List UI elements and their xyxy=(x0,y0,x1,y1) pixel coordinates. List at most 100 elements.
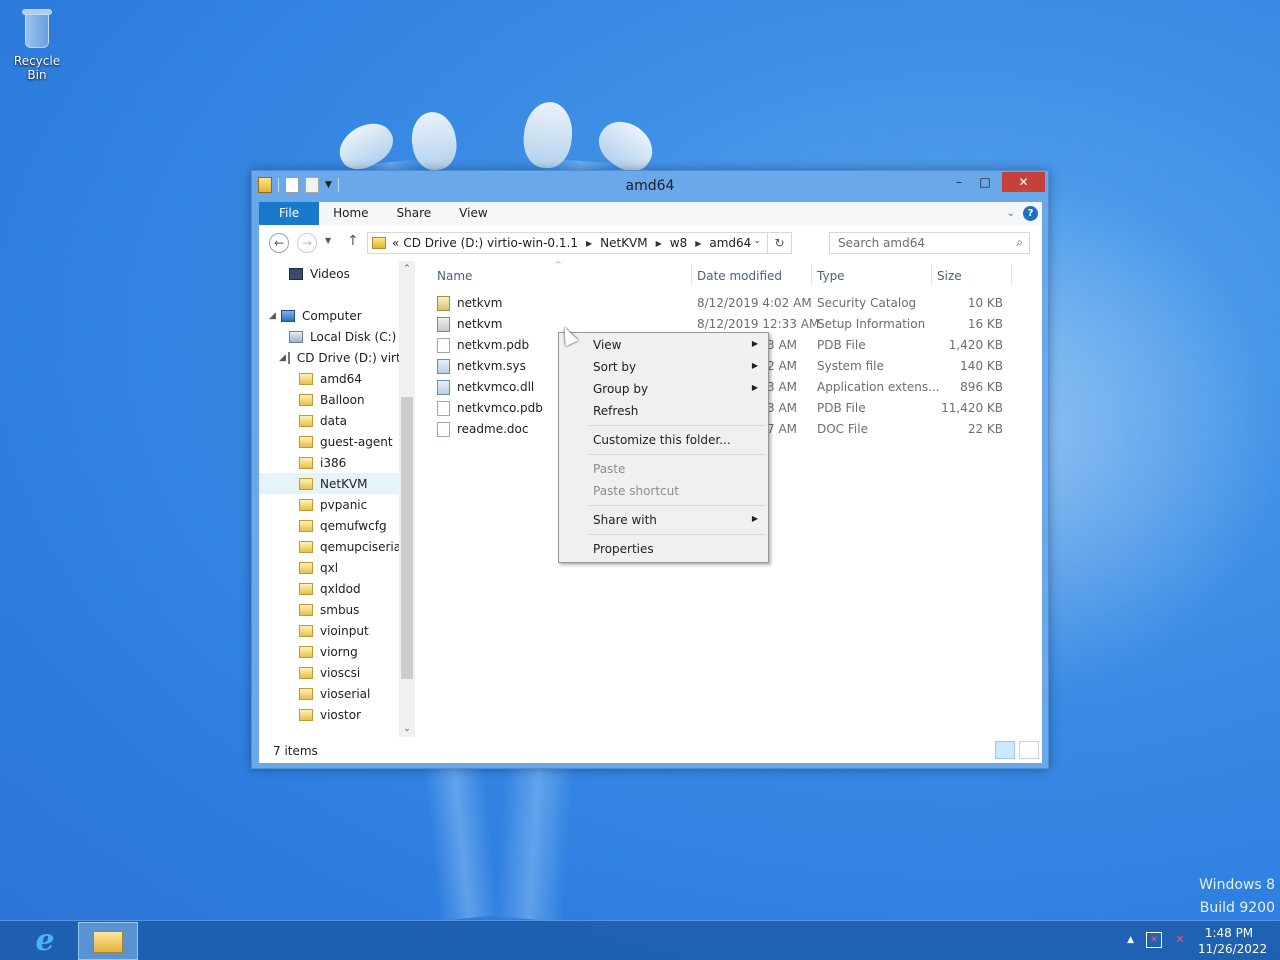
window-title: amd64 xyxy=(625,178,675,194)
catalog-file-icon xyxy=(437,296,450,311)
address-bar[interactable]: « CD Drive (D:) virtio-win-0.1.1 ▶ NetKV… xyxy=(367,232,792,254)
menu-divider xyxy=(589,534,765,535)
folder-icon xyxy=(299,666,313,679)
tree-item-pvpanic[interactable]: pvpanic xyxy=(299,494,399,515)
show-hidden-icons-icon[interactable]: ▲ xyxy=(1127,935,1134,945)
back-button[interactable]: ← xyxy=(269,233,289,253)
maximize-button[interactable]: □ xyxy=(974,172,996,192)
title-bar[interactable]: ▼ amd64 – □ ✕ xyxy=(252,171,1048,201)
tree-item-videos[interactable]: Videos xyxy=(289,263,415,284)
search-input[interactable]: Search amd64 ⌕ xyxy=(829,232,1030,254)
clock[interactable]: 1:48 PM 11/26/2022 xyxy=(1198,925,1267,957)
scroll-up-icon[interactable]: ⌃ xyxy=(399,261,415,277)
submenu-arrow-icon: ▶ xyxy=(751,339,758,348)
tree-item-qemupciserial[interactable]: qemupciserial xyxy=(299,536,399,557)
menu-item-paste-shortcut[interactable]: Paste shortcut xyxy=(561,480,766,502)
menu-item-group-by[interactable]: Group by ▶ xyxy=(561,378,766,400)
menu-item-customize-folder[interactable]: Customize this folder... xyxy=(561,429,766,451)
tree-item-amd64[interactable]: amd64 xyxy=(299,368,399,389)
recent-locations-icon[interactable]: ▼ xyxy=(325,236,331,245)
tab-view[interactable]: View xyxy=(445,202,501,225)
tree-item-balloon[interactable]: Balloon xyxy=(299,389,399,410)
close-button[interactable]: ✕ xyxy=(1002,172,1045,192)
address-dropdown-icon[interactable]: ⌄ xyxy=(753,236,761,246)
help-icon[interactable]: ? xyxy=(1023,206,1038,221)
file-explorer-taskbar-button[interactable] xyxy=(78,922,138,960)
tree-item-guest-agent[interactable]: guest-agent xyxy=(299,431,399,452)
tree-item-netkvm[interactable]: NetKVM xyxy=(259,473,399,494)
tree-item-i386[interactable]: i386 xyxy=(299,452,399,473)
tab-file[interactable]: File xyxy=(259,202,320,225)
menu-item-paste[interactable]: Paste xyxy=(561,458,766,480)
tree-item-computer[interactable]: ◢ Computer xyxy=(269,305,409,326)
tree-item-qemufwcfg[interactable]: qemufwcfg xyxy=(299,515,399,536)
sort-ascending-icon: ^ xyxy=(555,260,562,269)
windows-build-watermark: Windows 8 Build 9200 xyxy=(1199,877,1275,916)
expand-ribbon-icon[interactable]: ⌄ xyxy=(1007,208,1015,219)
up-button[interactable]: ↑ xyxy=(347,233,359,249)
menu-item-share-with[interactable]: Share with ▶ xyxy=(561,509,766,531)
breadcrumb-cd-drive[interactable]: CD Drive (D:) virtio-win-0.1.1 xyxy=(403,236,578,250)
tree-item-local-disk[interactable]: Local Disk (C:) xyxy=(289,326,415,347)
tree-item-qxl[interactable]: qxl xyxy=(299,557,399,578)
breadcrumb-overflow[interactable]: « xyxy=(392,236,399,250)
tree-item-vioinput[interactable]: vioinput xyxy=(299,620,399,641)
tree-item-viostor[interactable]: viostor xyxy=(299,704,399,725)
breadcrumb-separator-icon[interactable]: ▶ xyxy=(586,239,592,248)
tree-item-vioscsi[interactable]: vioscsi xyxy=(299,662,399,683)
menu-item-refresh[interactable]: Refresh xyxy=(561,400,766,422)
menu-divider xyxy=(589,454,765,455)
tree-item-cd-drive[interactable]: ◢ CD Drive (D:) virt xyxy=(279,347,399,368)
breadcrumb-w8[interactable]: w8 xyxy=(670,236,687,250)
network-icon[interactable]: ✕ xyxy=(1146,932,1162,948)
file-explorer-icon xyxy=(93,931,123,953)
folder-icon xyxy=(372,237,386,249)
breadcrumb-netkvm[interactable]: NetKVM xyxy=(600,236,648,250)
submenu-arrow-icon: ▶ xyxy=(751,361,758,370)
column-header-name[interactable]: Name xyxy=(437,269,472,283)
desktop-recycle-bin[interactable]: Recycle Bin xyxy=(4,6,70,82)
column-header-date[interactable]: Date modified xyxy=(697,269,782,283)
folder-icon xyxy=(299,708,313,721)
breadcrumb-separator-icon[interactable]: ▶ xyxy=(656,239,662,248)
details-view-button[interactable] xyxy=(995,741,1015,759)
large-icons-view-button[interactable] xyxy=(1019,741,1039,759)
tree-item-smbus[interactable]: smbus xyxy=(299,599,399,620)
scroll-down-icon[interactable]: ⌄ xyxy=(399,721,415,737)
status-bar: 7 items xyxy=(259,737,1042,763)
tree-item-data[interactable]: data xyxy=(299,410,399,431)
file-row[interactable]: netkvm 8/12/2019 4:02 AM Security Catalo… xyxy=(429,293,1009,314)
folder-icon xyxy=(299,561,313,574)
breadcrumb-amd64[interactable]: amd64 xyxy=(709,236,751,250)
menu-item-view[interactable]: View ▶ xyxy=(561,334,766,356)
submenu-arrow-icon: ▶ xyxy=(751,514,758,523)
folder-icon xyxy=(299,645,313,658)
tree-item-vioserial[interactable]: vioserial xyxy=(299,683,399,704)
internet-explorer-icon[interactable]: e xyxy=(28,925,62,957)
column-header-size[interactable]: Size xyxy=(937,269,962,283)
expanded-arrow-icon[interactable]: ◢ xyxy=(279,353,286,363)
column-header-type[interactable]: Type xyxy=(817,269,845,283)
breadcrumb-separator-icon[interactable]: ▶ xyxy=(695,239,701,248)
menu-item-sort-by[interactable]: Sort by ▶ xyxy=(561,356,766,378)
refresh-icon[interactable]: ↻ xyxy=(767,233,791,253)
tree-item-viorng[interactable]: viorng xyxy=(299,641,399,662)
recycle-bin-label: Recycle Bin xyxy=(13,54,61,82)
scroll-thumb[interactable] xyxy=(401,397,413,679)
expanded-arrow-icon[interactable]: ◢ xyxy=(269,311,279,321)
navigation-scrollbar[interactable]: ⌃ ⌄ xyxy=(399,261,415,737)
folder-icon xyxy=(299,456,313,469)
tree-item-qxldod[interactable]: qxldod xyxy=(299,578,399,599)
folder-icon xyxy=(299,477,313,490)
tab-share[interactable]: Share xyxy=(383,202,446,225)
tab-home[interactable]: Home xyxy=(319,202,382,225)
volume-muted-icon[interactable]: ✕ xyxy=(1172,932,1188,948)
submenu-arrow-icon: ▶ xyxy=(751,383,758,392)
folder-icon xyxy=(299,498,313,511)
forward-button[interactable]: → xyxy=(297,233,317,253)
menu-item-properties[interactable]: Properties xyxy=(561,538,766,560)
search-icon[interactable]: ⌕ xyxy=(1016,235,1023,250)
context-menu: View ▶ Sort by ▶ Group by ▶ Refresh Customi… xyxy=(558,332,769,563)
minimize-button[interactable]: – xyxy=(948,172,970,192)
folder-icon xyxy=(299,603,313,616)
